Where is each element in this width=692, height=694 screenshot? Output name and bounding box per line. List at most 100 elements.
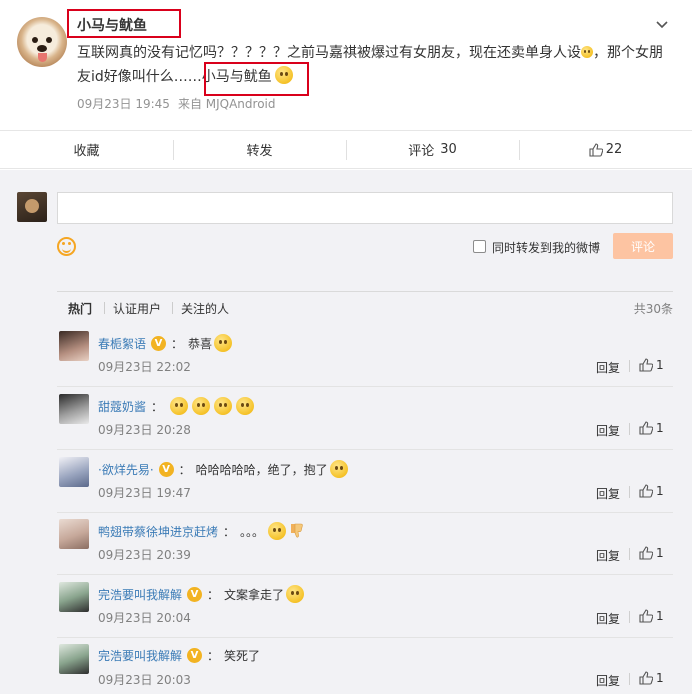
- comment-item: 春栀絮语 V ： 恭喜 09月23日 22:02 回复 1: [57, 325, 673, 387]
- comment-time: 09月23日 20:04: [98, 611, 191, 625]
- commenter-name[interactable]: 完浩要叫我解解: [98, 586, 182, 603]
- awkward-emoji-icon: [236, 397, 255, 415]
- tab-verified[interactable]: 认证用户: [113, 300, 161, 317]
- verified-badge-icon: V: [158, 461, 174, 477]
- colon: ：: [151, 399, 164, 414]
- comment-item: 鸭翅带蔡徐坤进京赶烤 ： 。。。 09月23日 20:39 回复 1: [57, 513, 673, 575]
- comment-like-count: 1: [656, 358, 664, 372]
- comment-total: 共30条: [633, 302, 673, 316]
- thumbs-up-icon: [639, 358, 653, 372]
- comment-text: 笑死了: [224, 649, 261, 663]
- cat-emoji-icon: [214, 334, 233, 352]
- comment-like-button[interactable]: 1: [629, 546, 664, 560]
- reply-button[interactable]: 回复: [596, 359, 620, 376]
- awkward-emoji-icon: [214, 397, 233, 415]
- thumbs-down-icon: [288, 522, 306, 540]
- colon: ：: [207, 649, 220, 663]
- colon: ：: [178, 462, 191, 477]
- commenter-avatar[interactable]: [59, 457, 89, 487]
- thumbs-up-icon: [639, 671, 653, 685]
- awkward-emoji-icon: [170, 397, 189, 415]
- repost-label: 转发: [246, 144, 273, 159]
- awkward-emoji-icon: [268, 522, 287, 540]
- comment-filter-tabs: 热门 认证用户 关注的人 共30条: [57, 291, 673, 319]
- comment-time: 09月23日 22:02: [98, 360, 191, 374]
- commenter-name[interactable]: 鸭翅带蔡徐坤进京赶烤: [98, 523, 218, 540]
- thumbs-up-icon: [639, 484, 653, 498]
- colon: ：: [207, 587, 220, 602]
- comment-count: 30: [440, 142, 457, 157]
- comment-item: 完浩要叫我解解 V ： 笑死了 09月23日 20:03 回复 1: [57, 638, 673, 694]
- comment-like-count: 1: [656, 484, 664, 498]
- comment-text: 。。。: [240, 524, 265, 539]
- favorite-button[interactable]: 收藏: [0, 131, 173, 168]
- post-body: 互联网真的没有记忆吗？？？？？之前马嘉祺被爆过有女朋友，现在还卖单身人设 ，那个女…: [77, 41, 675, 89]
- tab-hot[interactable]: 热门: [68, 300, 92, 317]
- chevron-down-icon[interactable]: [655, 18, 669, 32]
- comment-time: 09月23日 19:47: [98, 486, 191, 500]
- commenter-name[interactable]: ·欲烊先易·: [98, 461, 154, 478]
- comment-like-button[interactable]: 1: [629, 421, 664, 435]
- repost-checkbox[interactable]: [473, 240, 486, 253]
- comment-like-button[interactable]: 1: [629, 671, 664, 685]
- tab-following[interactable]: 关注的人: [181, 300, 229, 317]
- post-time[interactable]: 09月23日 19:45: [77, 97, 170, 111]
- repost-button[interactable]: 转发: [173, 131, 346, 168]
- comment-time: 09月23日 20:03: [98, 673, 191, 687]
- smile-emoji-icon: [581, 46, 593, 58]
- commenter-name[interactable]: 甜蔻奶酱: [98, 398, 146, 415]
- comment-like-count: 1: [656, 609, 664, 623]
- reply-button[interactable]: 回复: [596, 547, 620, 564]
- comment-time: 09月23日 20:39: [98, 548, 191, 562]
- commenter-name[interactable]: 春栀絮语: [98, 335, 146, 352]
- reply-button[interactable]: 回复: [596, 485, 620, 502]
- commenter-avatar[interactable]: [59, 519, 89, 549]
- like-count: 22: [605, 142, 623, 157]
- emoji-picker-icon[interactable]: [57, 237, 76, 256]
- thumbs-up-icon: [589, 142, 603, 157]
- comment-item: 甜蔻奶酱 ： 09月23日 20:28 回复 1: [57, 388, 673, 450]
- comment-text: 文案拿走了: [224, 587, 285, 602]
- post-source: 来自 MJQAndroid: [177, 97, 276, 111]
- comment-like-button[interactable]: 1: [629, 609, 664, 623]
- comment-input[interactable]: [57, 192, 673, 224]
- comment-item: ·欲烊先易· V ： 哈哈哈哈哈，绝了，抱了 09月23日 19:47 回复 1: [57, 451, 673, 513]
- post-text-part1: 互联网真的没有记忆吗？？？？？之前马嘉祺被爆过有女朋友，现在还卖单身人设: [77, 45, 581, 61]
- repost-checkbox-label[interactable]: 同时转发到我的微博: [492, 239, 600, 256]
- comment-like-button[interactable]: 1: [629, 484, 664, 498]
- comment-button[interactable]: 评论 30: [346, 131, 519, 168]
- commenter-avatar[interactable]: [59, 644, 89, 674]
- comment-like-count: 1: [656, 421, 664, 435]
- commenter-avatar[interactable]: [59, 331, 89, 361]
- favorite-label: 收藏: [73, 144, 100, 159]
- post-action-bar: 收藏 转发 评论 30 22: [0, 131, 692, 169]
- submit-comment-button[interactable]: 评论: [613, 233, 673, 259]
- reply-button[interactable]: 回复: [596, 422, 620, 439]
- commenter-name[interactable]: 完浩要叫我解解: [98, 647, 182, 664]
- comment-like-count: 1: [656, 546, 664, 560]
- comment-text: 哈哈哈哈哈，绝了，抱了: [195, 462, 328, 477]
- highlight-box-username: [67, 9, 181, 38]
- post-card: 小马与鱿鱼 互联网真的没有记忆吗？？？？？之前马嘉祺被爆过有女朋友，现在还卖单身…: [0, 0, 692, 131]
- current-user-avatar: [17, 192, 47, 222]
- comment-item: 完浩要叫我解解 V ： 文案拿走了 09月23日 20:04 回复 1: [57, 576, 673, 638]
- comment-label: 评论: [408, 144, 435, 159]
- verified-badge-icon: V: [187, 586, 203, 602]
- post-author-avatar[interactable]: [17, 17, 67, 67]
- comment-time: 09月23日 20:28: [98, 423, 191, 437]
- commenter-avatar[interactable]: [59, 582, 89, 612]
- comment-like-count: 1: [656, 671, 664, 685]
- commenter-avatar[interactable]: [59, 394, 89, 424]
- reply-button[interactable]: 回复: [596, 672, 620, 689]
- verified-badge-icon: V: [187, 648, 203, 663]
- like-button[interactable]: 22: [519, 131, 692, 168]
- post-meta: 09月23日 19:45 来自 MJQAndroid: [77, 95, 276, 112]
- hug-emoji-icon: [329, 460, 348, 478]
- comment-section: 同时转发到我的微博 评论 热门 认证用户 关注的人 共30条 春栀絮语 V ： …: [0, 170, 692, 694]
- star-emoji-icon: [286, 585, 305, 603]
- comment-text: 恭喜: [188, 336, 213, 351]
- awkward-emoji-icon: [192, 397, 211, 415]
- colon: ：: [223, 524, 236, 539]
- comment-like-button[interactable]: 1: [629, 358, 664, 372]
- reply-button[interactable]: 回复: [596, 610, 620, 627]
